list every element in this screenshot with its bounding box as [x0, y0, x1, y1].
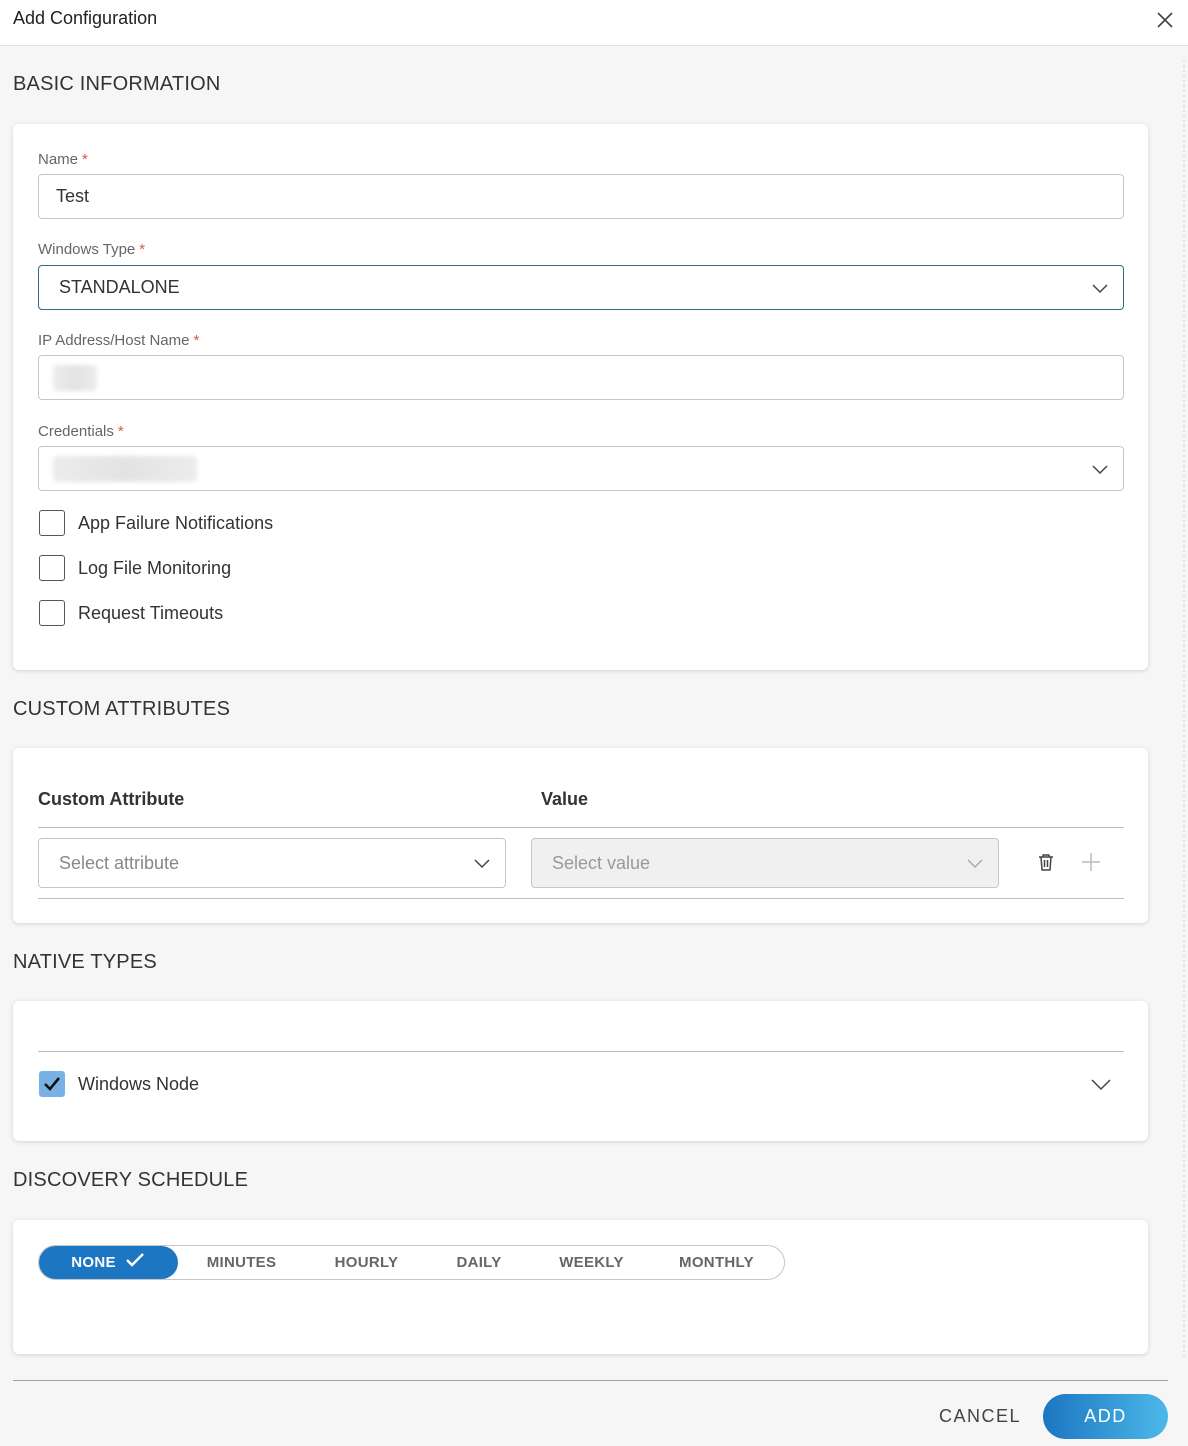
checkbox-checked[interactable] — [39, 1071, 65, 1097]
option-request-timeouts[interactable]: Request Timeouts — [39, 600, 223, 626]
custom-attributes-card: Custom Attribute Value Select attribute … — [13, 748, 1148, 923]
close-icon[interactable] — [1153, 8, 1177, 32]
section-title-custom-attributes: CUSTOM ATTRIBUTES — [13, 698, 231, 720]
check-icon — [44, 1077, 61, 1091]
native-type-windows-node[interactable]: Windows Node — [39, 1071, 199, 1097]
ip-address-label: IP Address/Host Name * — [38, 332, 200, 349]
divider — [38, 898, 1124, 899]
footer-divider — [13, 1380, 1168, 1381]
windows-type-select[interactable]: STANDALONE — [38, 265, 1124, 310]
dialog-header: Add Configuration — [0, 0, 1188, 46]
divider — [38, 827, 1124, 828]
native-types-card: Windows Node — [13, 1001, 1148, 1141]
section-title-basic-information: BASIC INFORMATION — [13, 73, 221, 95]
schedule-option-label: DAILY — [456, 1254, 502, 1271]
option-label: App Failure Notifications — [78, 512, 274, 533]
redacted-value — [53, 455, 197, 482]
add-button[interactable]: ADD — [1043, 1394, 1168, 1439]
option-label: Log File Monitoring — [78, 557, 232, 578]
attribute-select-placeholder: Select attribute — [59, 852, 180, 873]
windows-type-value: STANDALONE — [59, 277, 180, 297]
name-input[interactable]: Test — [38, 174, 1124, 219]
name-input-value: Test — [56, 186, 90, 206]
attribute-select[interactable]: Select attribute — [38, 838, 506, 888]
section-title-native-types: NATIVE TYPES — [13, 951, 157, 973]
credentials-label: Credentials * — [38, 423, 124, 440]
section-title-discovery-schedule: DISCOVERY SCHEDULE — [13, 1169, 249, 1191]
option-label: Request Timeouts — [78, 602, 224, 623]
redacted-value — [53, 364, 97, 391]
name-label: Name * — [38, 151, 88, 168]
schedule-option-hourly[interactable]: HOURLY — [319, 1246, 414, 1279]
chevron-down-icon — [967, 859, 983, 869]
dialog-title: Add Configuration — [13, 8, 158, 28]
schedule-option-weekly[interactable]: WEEKLY — [544, 1246, 639, 1279]
schedule-option-label: NONE — [71, 1254, 116, 1271]
option-app-failure-notifications[interactable]: App Failure Notifications — [39, 510, 273, 536]
required-mark: * — [193, 332, 200, 349]
trash-icon[interactable] — [1034, 850, 1058, 874]
schedule-option-monthly[interactable]: MONTHLY — [664, 1246, 769, 1279]
option-log-file-monitoring[interactable]: Log File Monitoring — [39, 555, 231, 581]
basic-information-card: Name * Test Windows Type * STANDALONE IP A… — [13, 124, 1148, 670]
scrollbar[interactable] — [1182, 60, 1186, 1360]
schedule-option-label: MINUTES — [206, 1254, 277, 1271]
column-header-custom-attribute: Custom Attribute — [38, 789, 185, 809]
windows-type-label: Windows Type * — [38, 241, 146, 258]
chevron-down-icon[interactable] — [1089, 1072, 1113, 1096]
discovery-schedule-card: NONE MINUTES HOURLY DAILY WEEKLY MONTHLY — [13, 1220, 1148, 1354]
native-type-label: Windows Node — [78, 1073, 200, 1094]
checkbox[interactable] — [39, 600, 65, 626]
value-select[interactable]: Select value — [531, 838, 999, 888]
chevron-down-icon — [1092, 284, 1108, 294]
schedule-option-label: MONTHLY — [679, 1254, 754, 1271]
column-header-value: Value — [541, 789, 589, 809]
schedule-option-label: WEEKLY — [559, 1254, 624, 1271]
chevron-down-icon — [1092, 465, 1108, 475]
schedule-option-none[interactable]: NONE — [39, 1246, 178, 1279]
cancel-button[interactable]: CANCEL — [930, 1397, 1030, 1435]
value-select-placeholder: Select value — [552, 852, 651, 873]
check-icon — [125, 1252, 144, 1267]
required-mark: * — [82, 151, 88, 168]
plus-icon[interactable] — [1079, 850, 1103, 874]
schedule-option-minutes[interactable]: MINUTES — [189, 1246, 294, 1279]
required-mark: * — [117, 423, 124, 440]
checkbox[interactable] — [39, 555, 65, 581]
credentials-select[interactable] — [38, 446, 1124, 491]
required-mark: * — [139, 241, 146, 258]
schedule-option-daily[interactable]: DAILY — [439, 1246, 519, 1279]
schedule-toggle-group: NONE MINUTES HOURLY DAILY WEEKLY MONTHLY — [38, 1245, 785, 1280]
chevron-down-icon — [474, 859, 490, 869]
divider — [38, 1051, 1124, 1052]
ip-address-input[interactable] — [38, 355, 1124, 400]
checkbox[interactable] — [39, 510, 65, 536]
schedule-option-label: HOURLY — [334, 1254, 399, 1271]
